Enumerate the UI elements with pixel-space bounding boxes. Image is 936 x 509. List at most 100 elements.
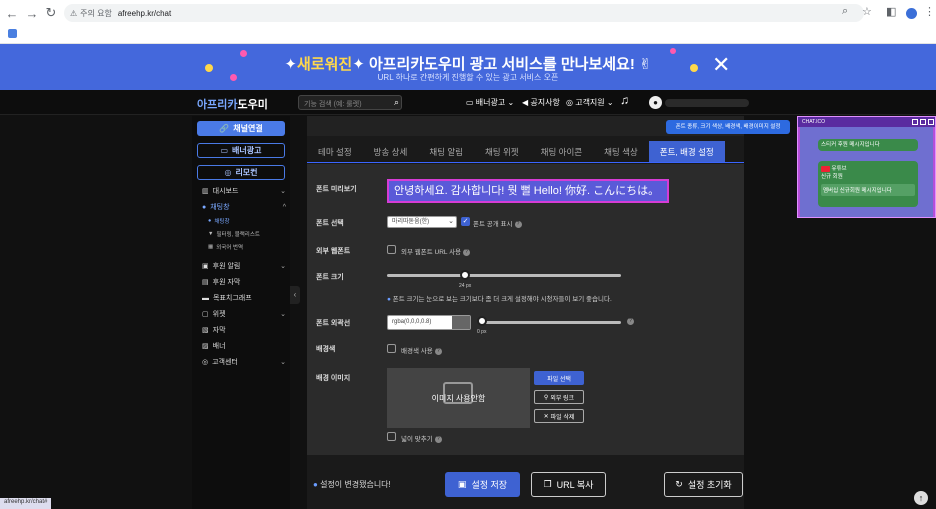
left-background [0, 116, 192, 509]
search-input[interactable]: 기능 검색 (예: 룰렛) ⌕ [298, 95, 402, 110]
dashboard-icon: ▥ [202, 188, 209, 195]
back-icon[interactable]: ← [6, 4, 19, 22]
footer: ● 설정이 변경됐습니다! ▣ 설정 저장 ❐ URL 복사 ↻ 설정 초기화 [307, 462, 744, 509]
save-button[interactable]: ▣ 설정 저장 [445, 472, 520, 497]
font-size-slider-handle[interactable] [460, 270, 470, 280]
sidebar-item-banner[interactable]: ▨ 배너 [202, 341, 286, 351]
sidebar-item-widget[interactable]: ▢ 위젯 ⌄ [202, 309, 286, 319]
file-select-button[interactable]: 파일 선택 [534, 371, 584, 385]
font-preview: 안녕하세요. 감사합니다! 뭣 뻘 Hello! 你好. こんにちは。 [387, 179, 669, 203]
banner-title: ✦새로워진✦ 아프리카도우미 광고 서비스를 만나보세요! ✌ [284, 56, 652, 73]
outline-slider[interactable] [479, 321, 621, 324]
tab-chat-widget[interactable]: 채팅 위젯 [474, 141, 530, 162]
filter-icon: ▼ [208, 231, 214, 237]
tab-theme[interactable]: 테마 설정 [307, 141, 363, 162]
font-preview-label: 폰트 미리보기 [316, 186, 357, 193]
sidebar-item-goal-graph[interactable]: ▬ 목표치그래프 [202, 293, 286, 303]
tab-chat-alert[interactable]: 채팅 알림 [418, 141, 474, 162]
remote-button[interactable]: ◎ 리모컨 [197, 165, 285, 180]
warning-icon[interactable]: ⚠ 주의 요함 [70, 8, 112, 19]
help-icon[interactable]: ? [514, 220, 522, 228]
tab-broadcast-detail[interactable]: 방송 상세 [363, 141, 419, 162]
sidebar-item-donation-alert[interactable]: ▣ 후원 알림 ⌄ [202, 261, 286, 271]
banner-icon: ▨ [202, 343, 209, 350]
bookmark-icon[interactable] [8, 29, 17, 38]
tab-chat-icon[interactable]: 채팅 아이콘 [530, 141, 593, 162]
sidepanel-icon[interactable]: ◧ [886, 5, 896, 18]
fit-width-text: 넓이 맞추기? [401, 433, 442, 443]
font-size-value: 24 px [459, 283, 472, 289]
help-icon[interactable]: ? [463, 248, 471, 256]
zoom-icon[interactable]: ⌕ [842, 5, 848, 18]
search-icon[interactable]: ⌕ [394, 97, 399, 108]
profile-icon[interactable] [906, 8, 917, 19]
external-link-button[interactable]: ⚲ 외부 링크 [534, 390, 584, 404]
reload-icon[interactable]: ↻ [45, 4, 57, 22]
close-icon[interactable] [928, 119, 934, 125]
sidebar-item-chat[interactable]: ● 채팅창 ^ [202, 202, 286, 212]
font-size-hint: ● 폰트 크기는 눈으로 보는 크기보다 좀 더 크게 설정해야 시청자들이 보… [387, 296, 612, 303]
link-icon: ⚲ [543, 394, 549, 401]
gift-icon: ▣ [202, 263, 209, 270]
sidebar-item-dashboard[interactable]: ▥ 대시보드 ⌄ [202, 186, 286, 196]
forward-icon[interactable]: → [26, 4, 39, 22]
browser-chrome: ← → ↻ ⚠ 주의 요함 afreehp.kr/chat ⌕ ☆ ◧ ⋮ [0, 0, 936, 44]
close-icon[interactable]: ✕ [712, 52, 730, 78]
reset-button[interactable]: ↻ 설정 초기화 [664, 472, 743, 497]
bgcolor-checkbox[interactable] [387, 344, 396, 353]
bgimage-preview: 이미지 사용안함 [387, 368, 530, 428]
collapse-sidebar-icon[interactable]: ‹ [290, 286, 300, 304]
graph-icon: ▬ [202, 294, 209, 302]
sidebar-item-subtitle[interactable]: ▧ 자막 [202, 325, 286, 335]
avatar[interactable]: ● [649, 96, 662, 109]
help-icon[interactable]: ? [434, 347, 442, 355]
nav-notice[interactable]: ◀ 공지사항 [522, 97, 560, 108]
nav-support[interactable]: ◎ 고객지원 ⌄ [566, 97, 614, 108]
color-swatch[interactable] [452, 316, 470, 329]
font-public-checkbox[interactable]: ✓ [461, 217, 470, 226]
settings-panel: 폰트 미리보기 안녕하세요. 감사합니다! 뭣 뻘 Hello! 你好. こんに… [307, 164, 744, 455]
copy-url-button[interactable]: ❐ URL 복사 [531, 472, 606, 497]
overlay-message: 유튜브 신규 회원 멤버십 신규회원 메시지입니다 [818, 161, 918, 207]
channel-connect-button[interactable]: 🔗 채널연결 [197, 121, 285, 136]
font-size-slider[interactable] [387, 274, 621, 277]
sidebar: 🔗 채널연결 ▭ 배너광고 ◎ 리모컨 ▥ 대시보드 ⌄ ● 채팅창 ^ ● 채팅창 ▼ 필… [192, 116, 290, 509]
sidebar-sub-chat[interactable]: ● 채팅창 [208, 217, 230, 225]
maximize-icon[interactable] [920, 119, 926, 125]
font-select[interactable]: 마리따돋움(한) ⌄ [387, 216, 457, 228]
webfont-checkbox[interactable] [387, 245, 396, 254]
minimize-icon[interactable] [912, 119, 918, 125]
youtube-icon [821, 165, 830, 172]
nav-banner-ad[interactable]: ▭ 배너광고 ⌄ [466, 97, 514, 108]
file-delete-button[interactable]: ✕ 파일 삭제 [534, 409, 584, 423]
security-warning-text: 주의 요함 [80, 8, 112, 18]
promo-banner[interactable]: ✦새로워진✦ 아프리카도우미 광고 서비스를 만나보세요! ✌ URL 하나로 … [0, 44, 936, 90]
subtitle-icon: ▧ [202, 327, 209, 334]
translate-icon: ▦ [208, 244, 214, 250]
star-icon[interactable]: ☆ [862, 5, 872, 18]
sidebar-sub-translate[interactable]: ▦ 외국어 번역 [208, 243, 243, 251]
delete-icon: ✕ [543, 413, 549, 420]
outline-slider-handle[interactable] [477, 316, 487, 326]
sidebar-item-donation-caption[interactable]: ▤ 후원 자막 [202, 277, 286, 287]
chat-overlay-preview[interactable]: CHAT.ICO 스티커 후원 메시지입니다 유튜브 신규 회원 멤버십 신규회… [797, 116, 936, 218]
address-bar[interactable]: ⚠ 주의 요함 afreehp.kr/chat [64, 4, 864, 22]
scroll-top-icon[interactable]: ↑ [914, 491, 928, 505]
help-icon[interactable]: ? [434, 435, 442, 443]
sidebar-sub-filter[interactable]: ▼ 필터링, 블랙리스트 [208, 230, 260, 238]
fit-width-checkbox[interactable] [387, 432, 396, 441]
logo[interactable]: 아프리카도우미 [197, 96, 268, 112]
browser-status-bar: afreehp.kr/chat# [0, 498, 52, 509]
outline-color-input[interactable]: rgba(0,0,0,0.8) [387, 315, 471, 330]
banner-ad-button[interactable]: ▭ 배너광고 [197, 143, 285, 158]
outline-help: ? [625, 318, 634, 325]
chat-icon: ● [202, 203, 207, 211]
tab-font-background[interactable]: 폰트, 배경 설정 [648, 141, 725, 162]
menu-icon[interactable]: ⋮ [924, 5, 935, 18]
bell-icon[interactable]: ♫ [620, 93, 629, 107]
webfont-label: 외부 웹폰트 [316, 248, 351, 255]
help-icon[interactable]: ? [627, 318, 634, 325]
sidebar-item-support[interactable]: ◎ 고객센터 ⌄ [202, 357, 286, 367]
widget-icon: ▢ [202, 311, 209, 318]
tab-chat-color[interactable]: 채팅 색상 [593, 141, 649, 162]
